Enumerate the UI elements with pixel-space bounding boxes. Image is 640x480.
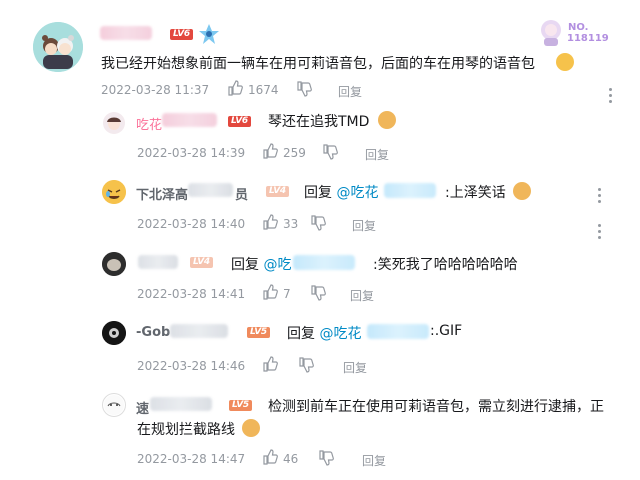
like-icon[interactable] [262, 449, 278, 465]
reply-button[interactable]: 回复 [365, 146, 389, 163]
username-blurred [188, 183, 233, 197]
like-count: 259 [283, 146, 306, 160]
dislike-icon[interactable] [310, 215, 326, 231]
reply-prefix: 回复 [304, 185, 337, 201]
mention-blurred [367, 324, 429, 339]
reply-button[interactable]: 回复 [362, 452, 386, 469]
avatar[interactable] [33, 22, 83, 72]
reply-text: 琴还在追我TMD [268, 114, 370, 130]
like-icon[interactable] [262, 356, 278, 372]
reply-username-tail: 员 [235, 188, 249, 203]
reply-text: :笑死我了哈哈哈哈哈哈 [373, 257, 518, 273]
reply-time: 2022-03-28 14:47 [137, 452, 246, 466]
dislike-icon[interactable] [318, 450, 334, 466]
avatar[interactable] [102, 393, 126, 417]
reply-prefix: 回复 [231, 257, 264, 273]
like-icon[interactable] [262, 284, 278, 300]
like-count: 46 [283, 452, 299, 466]
dislike-icon[interactable] [322, 144, 338, 160]
dislike-icon[interactable] [310, 285, 326, 301]
reply-button[interactable]: 回复 [352, 217, 376, 234]
avatar-illustration [102, 252, 126, 276]
reply-username[interactable]: 下北泽高 [136, 184, 188, 203]
level-badge: LV4 [266, 186, 289, 197]
comment-time: 2022-03-28 11:37 [101, 83, 210, 97]
comment-meta: 2022-03-28 11:37 [101, 83, 209, 97]
emoji-sticker [556, 53, 574, 71]
fan-badge-icon [541, 20, 561, 46]
reply-button[interactable]: 回复 [338, 83, 362, 100]
reply-time: 2022-03-28 14:40 [137, 217, 246, 231]
level-badge: LV6 [228, 116, 251, 127]
avatar-illustration [33, 22, 83, 72]
more-icon[interactable] [609, 88, 613, 106]
reply-text-line2: 在规划拦截路线 [137, 422, 235, 438]
reply-time: 2022-03-28 14:39 [137, 146, 246, 160]
avatar-illustration [102, 321, 126, 345]
username-blurred [170, 324, 228, 338]
more-icon[interactable] [598, 188, 602, 206]
reply-text: 回复 @吃花 [287, 323, 361, 343]
more-icon[interactable] [598, 224, 602, 242]
mention-blurred [384, 183, 436, 198]
reply-username[interactable]: 速 [136, 398, 149, 417]
reply-time: 2022-03-28 14:46 [137, 359, 246, 373]
emoji-sticker [242, 419, 260, 437]
like-count: 1674 [248, 83, 279, 97]
avatar[interactable] [102, 321, 126, 345]
avatar[interactable] [102, 252, 126, 276]
level-badge: LV5 [229, 400, 252, 411]
mention-link[interactable]: @吃花 [336, 185, 378, 201]
comment-text: 我已经开始想象前面一辆车在用可莉语音包，后面的车在用琴的语音包 [101, 56, 535, 72]
fan-badge-no: NO. [568, 22, 589, 33]
level-badge: LV4 [190, 257, 213, 268]
mention-link[interactable]: @吃花 [319, 326, 361, 342]
like-icon[interactable] [262, 214, 278, 230]
like-icon[interactable] [262, 143, 278, 159]
mention-link[interactable]: @吃 [263, 257, 291, 273]
avatar-illustration [104, 395, 124, 415]
level-badge: LV5 [247, 327, 270, 338]
level-badge: LV6 [170, 29, 193, 40]
reply-text: 回复 @吃花 [304, 182, 378, 202]
username-blurred[interactable] [100, 26, 152, 40]
like-count: 33 [283, 217, 299, 231]
emoji-sticker [378, 111, 396, 129]
reply-button[interactable]: 回复 [350, 287, 374, 304]
dislike-icon[interactable] [296, 81, 312, 97]
reply-username[interactable]: -Gob [136, 325, 170, 340]
reply-text: :上泽笑话 [445, 185, 506, 201]
username-blurred [162, 113, 217, 127]
like-count: 7 [283, 287, 291, 301]
reply-text: :.GIF [430, 323, 463, 339]
fan-badge-number: 118119 [567, 33, 609, 44]
reply-text: 检测到前车正在使用可莉语音包，需立刻进行逮捕，正 [268, 399, 604, 415]
dislike-icon[interactable] [298, 357, 314, 373]
reply-text: 回复 @吃 [231, 254, 291, 274]
avatar[interactable] [103, 112, 125, 134]
reply-button[interactable]: 回复 [343, 359, 367, 376]
fan-medal-icon [199, 24, 219, 44]
like-icon[interactable] [227, 80, 243, 96]
mention-blurred [293, 255, 355, 270]
reply-prefix: 回复 [287, 326, 320, 342]
avatar-illustration [103, 112, 125, 134]
avatar[interactable] [102, 180, 126, 204]
avatar-illustration [102, 180, 126, 204]
reply-time: 2022-03-28 14:41 [137, 287, 246, 301]
username-blurred[interactable] [138, 255, 178, 269]
emoji-sticker [513, 182, 531, 200]
username-blurred [150, 397, 212, 411]
reply-username[interactable]: 吃花 [136, 114, 162, 133]
